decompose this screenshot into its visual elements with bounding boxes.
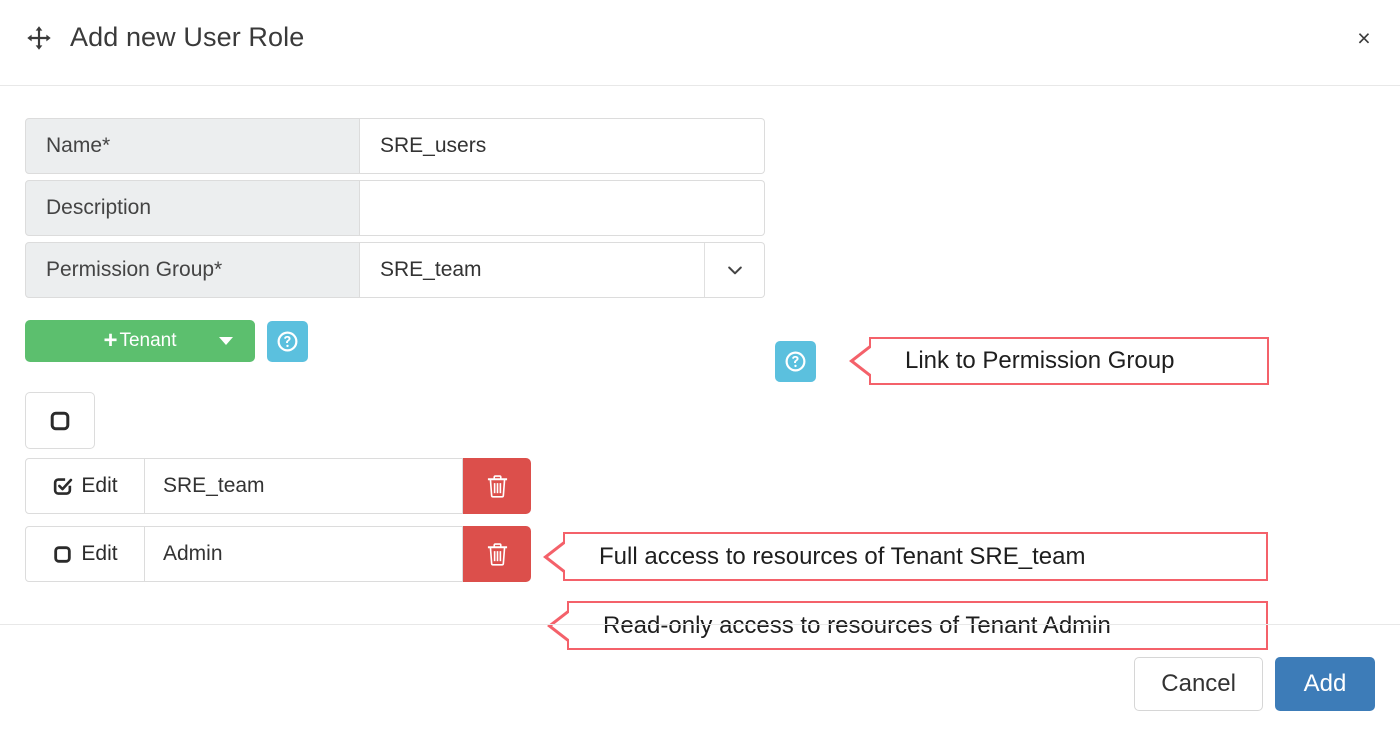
- row-edit-toggle-0[interactable]: Edit: [25, 458, 145, 514]
- close-icon[interactable]: ×: [1348, 22, 1380, 54]
- select-all-checkbox[interactable]: [25, 392, 95, 449]
- row-edit-label-1: Edit: [81, 542, 118, 565]
- name-label: Name*: [25, 118, 360, 174]
- description-label: Description: [25, 180, 360, 236]
- callout-arrow-fill: [854, 347, 872, 375]
- dialog-header: Add new User Role ×: [0, 0, 1400, 86]
- permission-group-help-button[interactable]: [775, 341, 816, 382]
- row-delete-button-1[interactable]: [463, 526, 531, 582]
- page-title: Add new User Role: [70, 22, 305, 52]
- checkbox-checked-icon: [52, 476, 73, 497]
- row-edit-toggle-1[interactable]: Edit: [25, 526, 145, 582]
- caret-down-icon[interactable]: [219, 337, 233, 345]
- cancel-button[interactable]: Cancel: [1134, 657, 1263, 711]
- tenant-help-button[interactable]: [267, 320, 308, 362]
- name-input[interactable]: SRE_users: [360, 118, 765, 174]
- question-circle-icon: [784, 350, 807, 373]
- tenant-list: Edit SRE_team Edit Admin: [25, 458, 531, 594]
- add-tenant-label: Tenant: [119, 330, 177, 351]
- annotation-callout-row-0: Full access to resources of Tenant SRE_t…: [543, 532, 1268, 581]
- add-user-role-dialog: Add new User Role × Name* SRE_users Desc…: [0, 0, 1400, 742]
- trash-icon: [486, 473, 509, 499]
- trash-icon: [486, 541, 509, 567]
- dialog-footer: Cancel Add: [0, 624, 1400, 742]
- row-edit-label-0: Edit: [81, 474, 118, 497]
- tenant-actions: + Tenant: [25, 320, 308, 362]
- chevron-down-icon[interactable]: [704, 243, 764, 297]
- annotation-text: Full access to resources of Tenant SRE_t…: [599, 542, 1086, 570]
- annotation-text: Link to Permission Group: [905, 347, 1175, 374]
- table-row: Edit SRE_team: [25, 458, 531, 514]
- annotation-callout-permission-group: Link to Permission Group: [849, 337, 1269, 385]
- checkbox-unchecked-icon: [52, 544, 73, 565]
- row-tenant-name-0: SRE_team: [145, 458, 463, 514]
- table-row: Edit Admin: [25, 526, 531, 582]
- form-row-permission-group: Permission Group* SRE_team: [25, 242, 765, 298]
- footer-actions: Cancel Add: [1134, 657, 1375, 711]
- role-form: Name* SRE_users Description Permission G…: [25, 118, 765, 304]
- question-circle-icon: [276, 330, 299, 353]
- permission-group-select[interactable]: SRE_team: [360, 242, 765, 298]
- dialog-body: Name* SRE_users Description Permission G…: [0, 86, 1400, 650]
- add-tenant-button[interactable]: + Tenant: [25, 320, 255, 362]
- form-row-name: Name* SRE_users: [25, 118, 765, 174]
- description-input[interactable]: [360, 180, 765, 236]
- checkbox-unchecked-icon: [48, 409, 72, 433]
- arrows-move-icon[interactable]: [26, 25, 52, 51]
- row-delete-button-0[interactable]: [463, 458, 531, 514]
- row-tenant-name-1: Admin: [145, 526, 463, 582]
- permission-group-value: SRE_team: [380, 258, 482, 281]
- add-button[interactable]: Add: [1275, 657, 1375, 711]
- plus-icon: +: [103, 327, 118, 354]
- permission-group-label: Permission Group*: [25, 242, 360, 298]
- dialog-title: Add new User Role: [26, 22, 304, 53]
- form-row-description: Description: [25, 180, 765, 236]
- callout-arrow-fill: [548, 542, 566, 571]
